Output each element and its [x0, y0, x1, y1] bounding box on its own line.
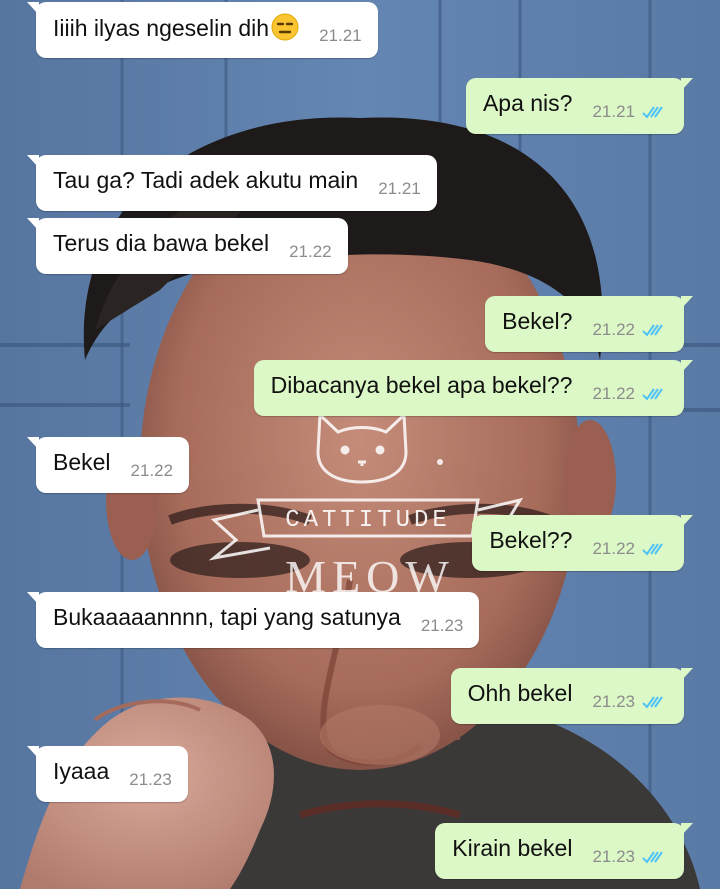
- expressionless-face-icon: [271, 13, 299, 40]
- double-check-read-icon: [642, 387, 668, 401]
- message-text: Bekel: [53, 448, 111, 475]
- message-text: Apa nis?: [482, 89, 573, 116]
- message-time: 21.23: [592, 692, 635, 711]
- message-time: 21.22: [592, 539, 635, 558]
- message-text: Dibacanya bekel apa bekel??: [270, 371, 573, 398]
- message-time: 21.21: [319, 26, 362, 45]
- message-time: 21.23: [592, 847, 635, 866]
- double-check-read-icon: [642, 105, 668, 119]
- message-bubble-incoming[interactable]: Bekel 21.22: [26, 437, 190, 493]
- double-check-read-icon: [642, 695, 668, 709]
- message-bubble-outgoing[interactable]: Bekel? 21.22: [485, 296, 693, 352]
- message-time: 21.23: [129, 770, 172, 789]
- message-text: Iyaaa: [53, 757, 110, 784]
- message-text: Iiiih ilyas ngeselin dih: [53, 13, 299, 42]
- message-bubble-outgoing[interactable]: Ohh bekel 21.23: [450, 668, 694, 724]
- message-bubble-outgoing[interactable]: Apa nis? 21.21: [465, 78, 694, 134]
- message-bubble-incoming[interactable]: Iyaaa 21.23: [27, 746, 188, 802]
- message-time: 21.21: [378, 179, 421, 198]
- message-time: 21.22: [130, 461, 174, 480]
- message-text: Tau ga? Tadi adek akutu main: [53, 166, 359, 193]
- message-bubble-outgoing[interactable]: Bekel?? 21.22: [472, 515, 693, 571]
- message-bubble-incoming[interactable]: Iiiih ilyas ngeselin dih 21.21: [27, 2, 378, 58]
- message-text: Bekel??: [489, 526, 573, 553]
- double-check-read-icon: [642, 542, 668, 556]
- message-time: 21.22: [289, 242, 332, 261]
- message-text: Bekel?: [502, 307, 573, 334]
- message-bubble-outgoing[interactable]: Kirain bekel 21.23: [435, 823, 693, 879]
- message-bubble-incoming[interactable]: Tau ga? Tadi adek akutu main 21.21: [27, 155, 437, 211]
- chat-screen: CATTITUDE MEOW Iiiih ilyas ngeselin dih …: [0, 0, 720, 889]
- message-time: 21.22: [592, 320, 635, 339]
- double-check-read-icon: [642, 850, 668, 864]
- message-bubble-incoming[interactable]: Terus dia bawa bekel 21.22: [27, 218, 348, 274]
- message-bubble-incoming[interactable]: Bukaaaaannnn, tapi yang satunya 21.23: [26, 592, 480, 648]
- message-time: 21.22: [592, 384, 635, 403]
- watermark-badge-text: CATTITUDE: [285, 507, 451, 534]
- message-text: Terus dia bawa bekel: [53, 229, 270, 256]
- message-time: 21.21: [592, 102, 635, 121]
- message-text: Ohh bekel: [467, 679, 573, 706]
- message-text: Kirain bekel: [452, 834, 573, 861]
- message-time: 21.23: [420, 616, 464, 635]
- double-check-read-icon: [642, 323, 668, 337]
- message-text: Bukaaaaannnn, tapi yang satunya: [53, 603, 401, 630]
- message-bubble-outgoing[interactable]: Dibacanya bekel apa bekel?? 21.22: [253, 360, 694, 416]
